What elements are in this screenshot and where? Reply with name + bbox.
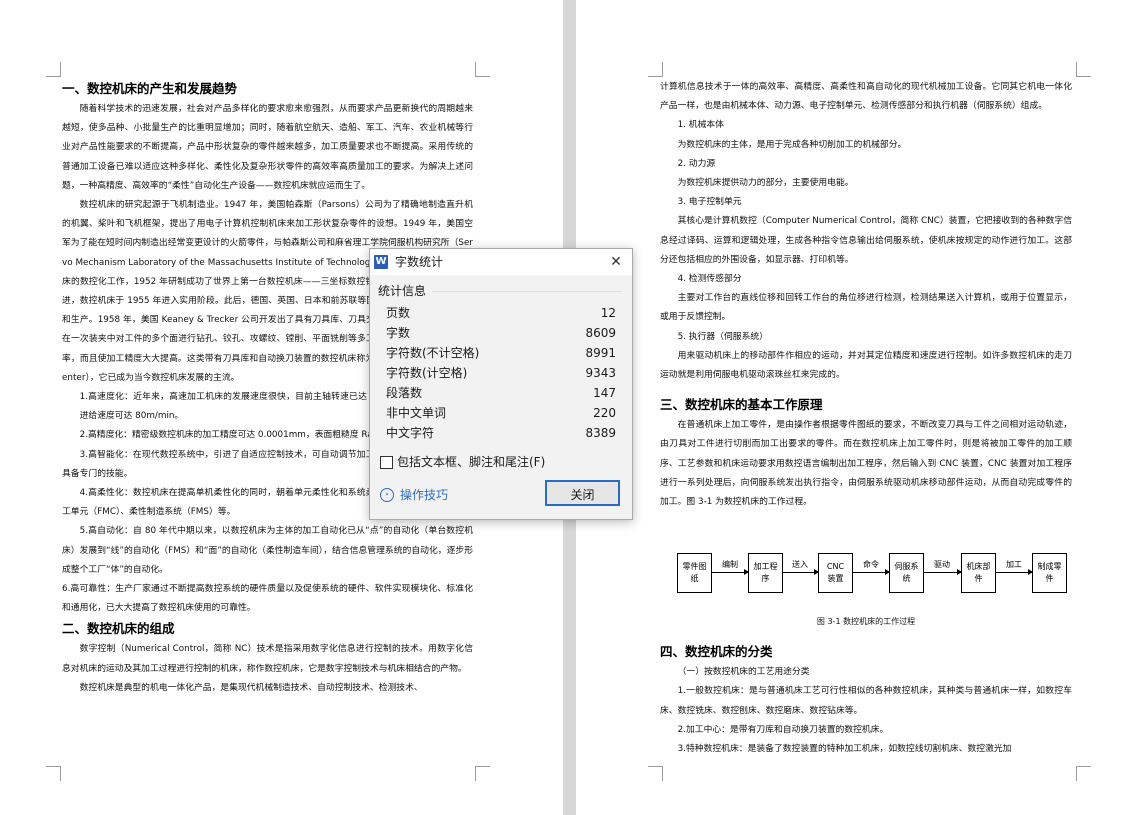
document-body-right-lower[interactable]: 图 3-1 数控机床的工作过程 四、数控机床的分类 （一）按数控机床的工艺用途分…: [660, 612, 1072, 759]
paragraph: 随着科学技术的迅速发展，社会对产品多样化的要求愈来愈强烈，从而要求产品更新换代的…: [62, 104, 473, 191]
flow-arrow: [996, 569, 1033, 575]
stat-label: 字数: [386, 326, 411, 340]
page-corner-mark: [46, 62, 61, 77]
paragraph: 5.高自动化：自 80 年代中期以来，以数控机床为主体的加工自动化已从“点”的自…: [62, 526, 473, 575]
stat-label: 非中文单词: [386, 406, 447, 420]
dialog-title: 字数统计: [395, 255, 444, 269]
stat-row-chars-with-spaces: 字符数(计空格) 9343: [386, 363, 616, 383]
stat-label: 页数: [386, 306, 411, 320]
stat-value: 8609: [585, 326, 616, 340]
paragraph: 为数控机床的主体，是用于完成各种切削加工的机械部分。: [677, 139, 907, 150]
stat-row-paragraphs: 段落数 147: [386, 383, 616, 403]
flow-label: 编制: [722, 560, 738, 569]
flow-box-program: 加工程序: [748, 553, 783, 593]
close-icon[interactable]: ✕: [600, 249, 632, 275]
stat-value: 12: [600, 306, 616, 320]
workflow-diagram: 零件图纸 编制 加工程序 送入 CNC装置 命令 伺服系统 驱动 机床部件 加工…: [677, 553, 1077, 597]
page-corner-mark: [648, 62, 663, 77]
page-corner-mark: [1076, 62, 1091, 77]
include-textboxes-label[interactable]: 包括文本框、脚注和尾注(F): [397, 452, 545, 472]
list-item-heading: 2. 动力源: [677, 158, 716, 169]
flow-arrow: [924, 569, 962, 575]
word-app-icon: W: [374, 255, 388, 269]
list-item-heading: 5. 执行器（伺服系统）: [677, 331, 768, 342]
flow-box-cnc: CNC装置: [818, 553, 853, 593]
figure-caption: 图 3-1 数控机床的工作过程: [816, 617, 916, 626]
paragraph: 在普通机床上加工零件，是由操作者根据零件图纸的要求，不断改变刀具与工件之间相对运…: [660, 420, 1072, 508]
stat-label: 字符数(计空格): [386, 366, 468, 380]
stat-row-words: 字数 8609: [386, 323, 616, 343]
stat-label: 字符数(不计空格): [386, 346, 480, 360]
page-corner-mark: [475, 766, 490, 781]
paragraph: 数字控制（Numerical Control，简称 NC）技术是指采用数字化信息…: [62, 644, 473, 674]
flow-box-servo: 伺服系统: [889, 553, 924, 593]
paragraph: 主要对工作台的直线位移和回转工作台的角位移进行检测，检测结果送入计算机，或用于位…: [660, 293, 1072, 323]
flow-arrow: [712, 569, 749, 575]
heading-2: 二、数控机床的组成: [62, 621, 175, 637]
subheading: （一）按数控机床的工艺用途分类: [677, 667, 810, 678]
flow-label: 命令: [863, 560, 879, 569]
paragraph: 6.高可靠性：生产厂家通过不断提高数控系统的硬件质量以及促使系统的硬件、软件实现…: [62, 584, 473, 614]
flow-arrow: [783, 569, 819, 575]
page-corner-mark: [46, 766, 61, 781]
tips-label[interactable]: 操作技巧: [400, 485, 448, 505]
flow-label: 送入: [792, 560, 808, 569]
list-item-heading: 3. 电子控制单元: [677, 197, 742, 208]
stat-row-non-chinese-words: 非中文单词 220: [386, 403, 616, 423]
heading-4: 四、数控机床的分类: [660, 644, 773, 660]
tips-icon: »: [380, 488, 394, 502]
stat-value: 220: [593, 406, 616, 420]
list-item-heading: 1. 机械本体: [677, 120, 724, 131]
group-divider: [432, 291, 622, 292]
stat-value: 9343: [585, 366, 616, 380]
list-item-heading: 4. 检测传感部分: [677, 274, 742, 285]
heading-3: 三、数控机床的基本工作原理: [660, 397, 823, 413]
flow-box-machine: 机床部件: [961, 553, 996, 593]
paragraph: 2.加工中心：是带有刀库和自动换刀装置的数控机床。: [677, 724, 889, 735]
statistics-group-label: 统计信息: [378, 284, 427, 298]
heading-1: 一、数控机床的产生和发展趋势: [62, 81, 238, 96]
flow-box-part-drawing: 零件图纸: [677, 553, 712, 593]
include-textboxes-checkbox[interactable]: [380, 456, 393, 469]
stat-value: 8389: [585, 426, 616, 440]
page-corner-mark: [648, 766, 663, 781]
stat-row-chars-no-spaces: 字符数(不计空格) 8991: [386, 343, 616, 363]
flow-label: 加工: [1006, 560, 1022, 569]
paragraph: 1.一般数控机床：是与普通机床工艺可行性相似的各种数控机床，其种类与普通机床一样…: [660, 686, 1072, 716]
paragraph: 其核心是计算机数控（Computer Numerical Control，简称 …: [660, 216, 1072, 265]
dialog-title-bar[interactable]: W 字数统计 ✕: [370, 249, 632, 275]
paragraph: 为数控机床提供动力的部分，主要使用电能。: [677, 178, 854, 189]
paragraph: 用来驱动机床上的移动部件作相应的运动，并对其定位精度和速度进行控制。如许多数控机…: [660, 350, 1072, 381]
word-count-dialog[interactable]: W 字数统计 ✕ 统计信息 页数 12 字数 8609 字符数(不计空格) 89…: [369, 248, 633, 520]
stat-label: 中文字符: [386, 426, 435, 440]
stat-row-pages: 页数 12: [386, 303, 616, 323]
page-corner-mark: [475, 62, 490, 77]
flow-arrow: [853, 569, 890, 575]
page-corner-mark: [1076, 766, 1091, 781]
paragraph: 数控机床是典型的机电一体化产品，是集现代机械制造技术、自动控制技术、检测技术、: [79, 682, 423, 693]
flow-box-product: 制成零件: [1032, 553, 1067, 593]
stat-value: 8991: [585, 346, 616, 360]
close-button[interactable]: 关闭: [545, 480, 620, 506]
stat-value: 147: [593, 386, 616, 400]
document-body-right[interactable]: 计算机信息技术于一体的高效率、高精度、高柔性和高自动化的现代机械加工设备。它同其…: [660, 78, 1072, 512]
flow-label: 驱动: [934, 560, 950, 569]
stat-row-chinese-chars: 中文字符 8389: [386, 423, 616, 443]
paragraph: 计算机信息技术于一体的高效率、高精度、高柔性和高自动化的现代机械加工设备。它同其…: [660, 82, 1072, 112]
paragraph: 3.特种数控机床：是装备了数控装置的特种加工机床，如数控线切割机床、数控激光加: [677, 744, 1012, 755]
stat-label: 段落数: [386, 386, 423, 400]
